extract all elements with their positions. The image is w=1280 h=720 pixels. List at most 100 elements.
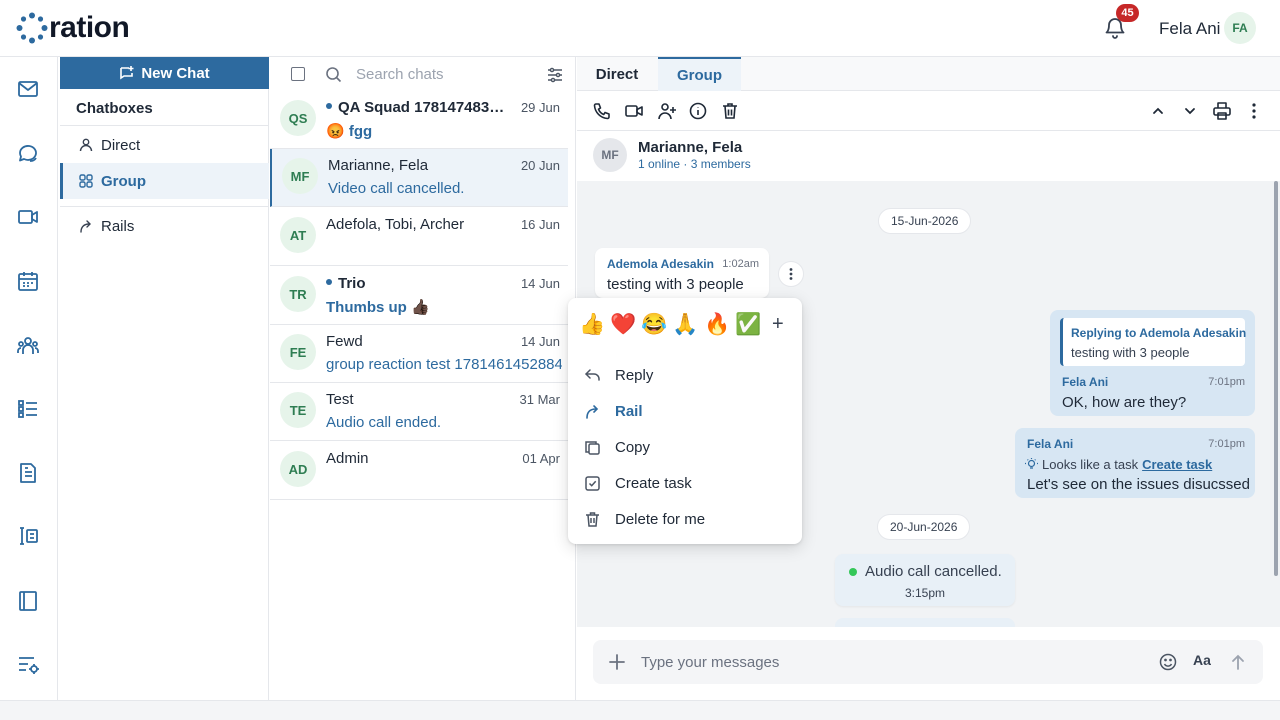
- user-avatar[interactable]: FA: [1224, 12, 1256, 44]
- tasks-icon[interactable]: [16, 397, 40, 421]
- calendar-icon[interactable]: [16, 269, 40, 293]
- message-time: 7:01pm: [1208, 376, 1245, 388]
- chevron-down-icon[interactable]: [1180, 101, 1200, 121]
- message-options-icon[interactable]: [778, 261, 804, 287]
- settings-list-icon[interactable]: [16, 653, 40, 677]
- call-status-dot: [849, 568, 857, 576]
- phone-icon[interactable]: [592, 101, 612, 121]
- conversation-toolbar: [577, 91, 1280, 131]
- menu-item-create-task[interactable]: Create task: [584, 467, 794, 499]
- notebook-icon[interactable]: [16, 589, 40, 613]
- message-sender: Fela Ani: [1027, 437, 1074, 451]
- chat-name-text: Trio: [338, 275, 366, 292]
- tab-direct[interactable]: Direct: [577, 57, 657, 91]
- conversation-avatar: MF: [593, 138, 627, 172]
- reply-quote[interactable]: Replying to Ademola Adesakin testing wit…: [1060, 318, 1247, 366]
- menu-item-label: Delete for me: [615, 510, 706, 528]
- chatbox-item-group[interactable]: Group: [60, 163, 269, 199]
- reaction-thumbs-up[interactable]: 👍: [579, 312, 605, 338]
- reaction-heart[interactable]: ❤️: [610, 312, 636, 338]
- board-icon[interactable]: [16, 524, 40, 548]
- chat-date: 14 Jun: [520, 334, 560, 349]
- filter-icon[interactable]: [547, 67, 563, 83]
- reply-text: testing with 3 people: [1071, 345, 1190, 360]
- reply-label: Replying to Ademola Adesakin: [1071, 326, 1247, 340]
- copy-icon: [585, 440, 600, 455]
- call-event-card[interactable]: Audio call cancelled. 3:15pm: [835, 554, 1015, 606]
- reply-icon: [585, 368, 600, 381]
- incoming-message[interactable]: Ademola Adesakin 1:02am testing with 3 p…: [595, 248, 769, 298]
- menu-item-reply[interactable]: Reply: [584, 359, 794, 391]
- video-icon[interactable]: [16, 205, 40, 229]
- reaction-pray[interactable]: 🙏: [672, 312, 698, 338]
- chat-list-item[interactable]: FE Fewd 14 Jun group reaction test 17814…: [270, 325, 568, 383]
- chat-list-item[interactable]: TR Trio 14 Jun Thumbs up 👍🏿: [270, 267, 568, 325]
- conversation-header: MF Marianne, Fela 1 online · 3 members: [577, 131, 1280, 181]
- person-icon: [79, 138, 93, 152]
- reaction-laugh[interactable]: 😂: [641, 312, 667, 338]
- chatboxes-title: Chatboxes: [76, 100, 153, 117]
- reaction-check[interactable]: ✅: [735, 312, 761, 338]
- video-call-icon[interactable]: [624, 101, 644, 121]
- chat-name: Test: [326, 391, 354, 408]
- chat-name: Trio: [326, 275, 506, 292]
- search-input[interactable]: [356, 63, 536, 85]
- rail-icon: [80, 220, 91, 233]
- add-reaction-button[interactable]: +: [772, 314, 784, 334]
- create-task-link[interactable]: Create task: [1142, 457, 1212, 472]
- chatbox-item-label: Direct: [101, 136, 141, 154]
- menu-item-copy[interactable]: Copy: [584, 431, 794, 463]
- more-vertical-icon[interactable]: [1244, 101, 1264, 121]
- document-icon[interactable]: [16, 461, 40, 485]
- conversation-tabs: Direct Group: [577, 57, 1280, 91]
- logo-icon: [16, 12, 48, 44]
- message-text: testing with 3 people: [607, 276, 744, 293]
- select-all-checkbox[interactable]: [291, 67, 305, 81]
- app-logo[interactable]: ration: [16, 11, 130, 45]
- text-format-button[interactable]: Aa: [1193, 652, 1211, 668]
- thread-scrollbar[interactable]: [1274, 181, 1278, 576]
- people-icon[interactable]: [16, 334, 40, 358]
- message-composer: Aa: [593, 640, 1263, 684]
- search-icon: [325, 66, 342, 83]
- chat-list-item[interactable]: TE Test 31 Mar Audio call ended.: [270, 383, 568, 441]
- reaction-fire[interactable]: 🔥: [704, 312, 730, 338]
- add-member-icon[interactable]: [657, 101, 677, 121]
- task-suggestion: Looks like a task Create task: [1025, 457, 1212, 472]
- mail-icon[interactable]: [16, 77, 40, 101]
- chat-name: Marianne, Fela: [328, 157, 429, 174]
- user-name[interactable]: Fela Ani: [1159, 19, 1220, 39]
- menu-item-label: Reply: [615, 366, 654, 384]
- emoji-icon[interactable]: [1158, 652, 1178, 672]
- send-arrow-icon[interactable]: [1228, 652, 1248, 672]
- call-event-text: Audio call cancelled.: [865, 563, 1002, 580]
- new-chat-button[interactable]: New Chat: [60, 57, 269, 89]
- message-input[interactable]: [641, 650, 1141, 674]
- outgoing-message[interactable]: Replying to Ademola Adesakin testing wit…: [1050, 310, 1255, 416]
- conversation-title[interactable]: Marianne, Fela: [638, 139, 742, 156]
- group-icon: [79, 174, 93, 188]
- message-sender: Fela Ani: [1062, 375, 1109, 389]
- chat-list-item[interactable]: AT Adefola, Tobi, Archer 16 Jun: [270, 208, 568, 266]
- call-event-card[interactable]: [835, 618, 1015, 627]
- chat-list-item[interactable]: MF Marianne, Fela 20 Jun Video call canc…: [270, 149, 568, 207]
- attach-plus-icon[interactable]: [607, 652, 627, 672]
- chatbox-item-direct[interactable]: Direct: [60, 127, 269, 163]
- chat-list-item[interactable]: AD Admin 01 Apr: [270, 442, 568, 500]
- chat-name: Adefola, Tobi, Archer: [326, 216, 465, 233]
- chat-list-item[interactable]: QS QA Squad 1781474834... 29 Jun 😡 fgg: [270, 91, 568, 149]
- chat-icon[interactable]: [16, 141, 40, 165]
- logo-text: ration: [49, 11, 130, 44]
- chat-name: Admin: [326, 450, 369, 467]
- tab-group[interactable]: Group: [658, 57, 741, 91]
- info-icon[interactable]: [688, 101, 708, 121]
- chatbox-item-rails[interactable]: Rails: [60, 208, 269, 244]
- trash-icon[interactable]: [720, 101, 740, 121]
- outgoing-message[interactable]: Fela Ani 7:01pm Looks like a task Create…: [1015, 428, 1255, 498]
- left-nav-rail: [0, 57, 58, 700]
- chevron-up-icon[interactable]: [1148, 101, 1168, 121]
- menu-item-rail[interactable]: Rail: [584, 395, 794, 427]
- rail-icon: [586, 404, 599, 419]
- menu-item-delete-for-me[interactable]: Delete for me: [584, 503, 794, 535]
- print-icon[interactable]: [1212, 101, 1232, 121]
